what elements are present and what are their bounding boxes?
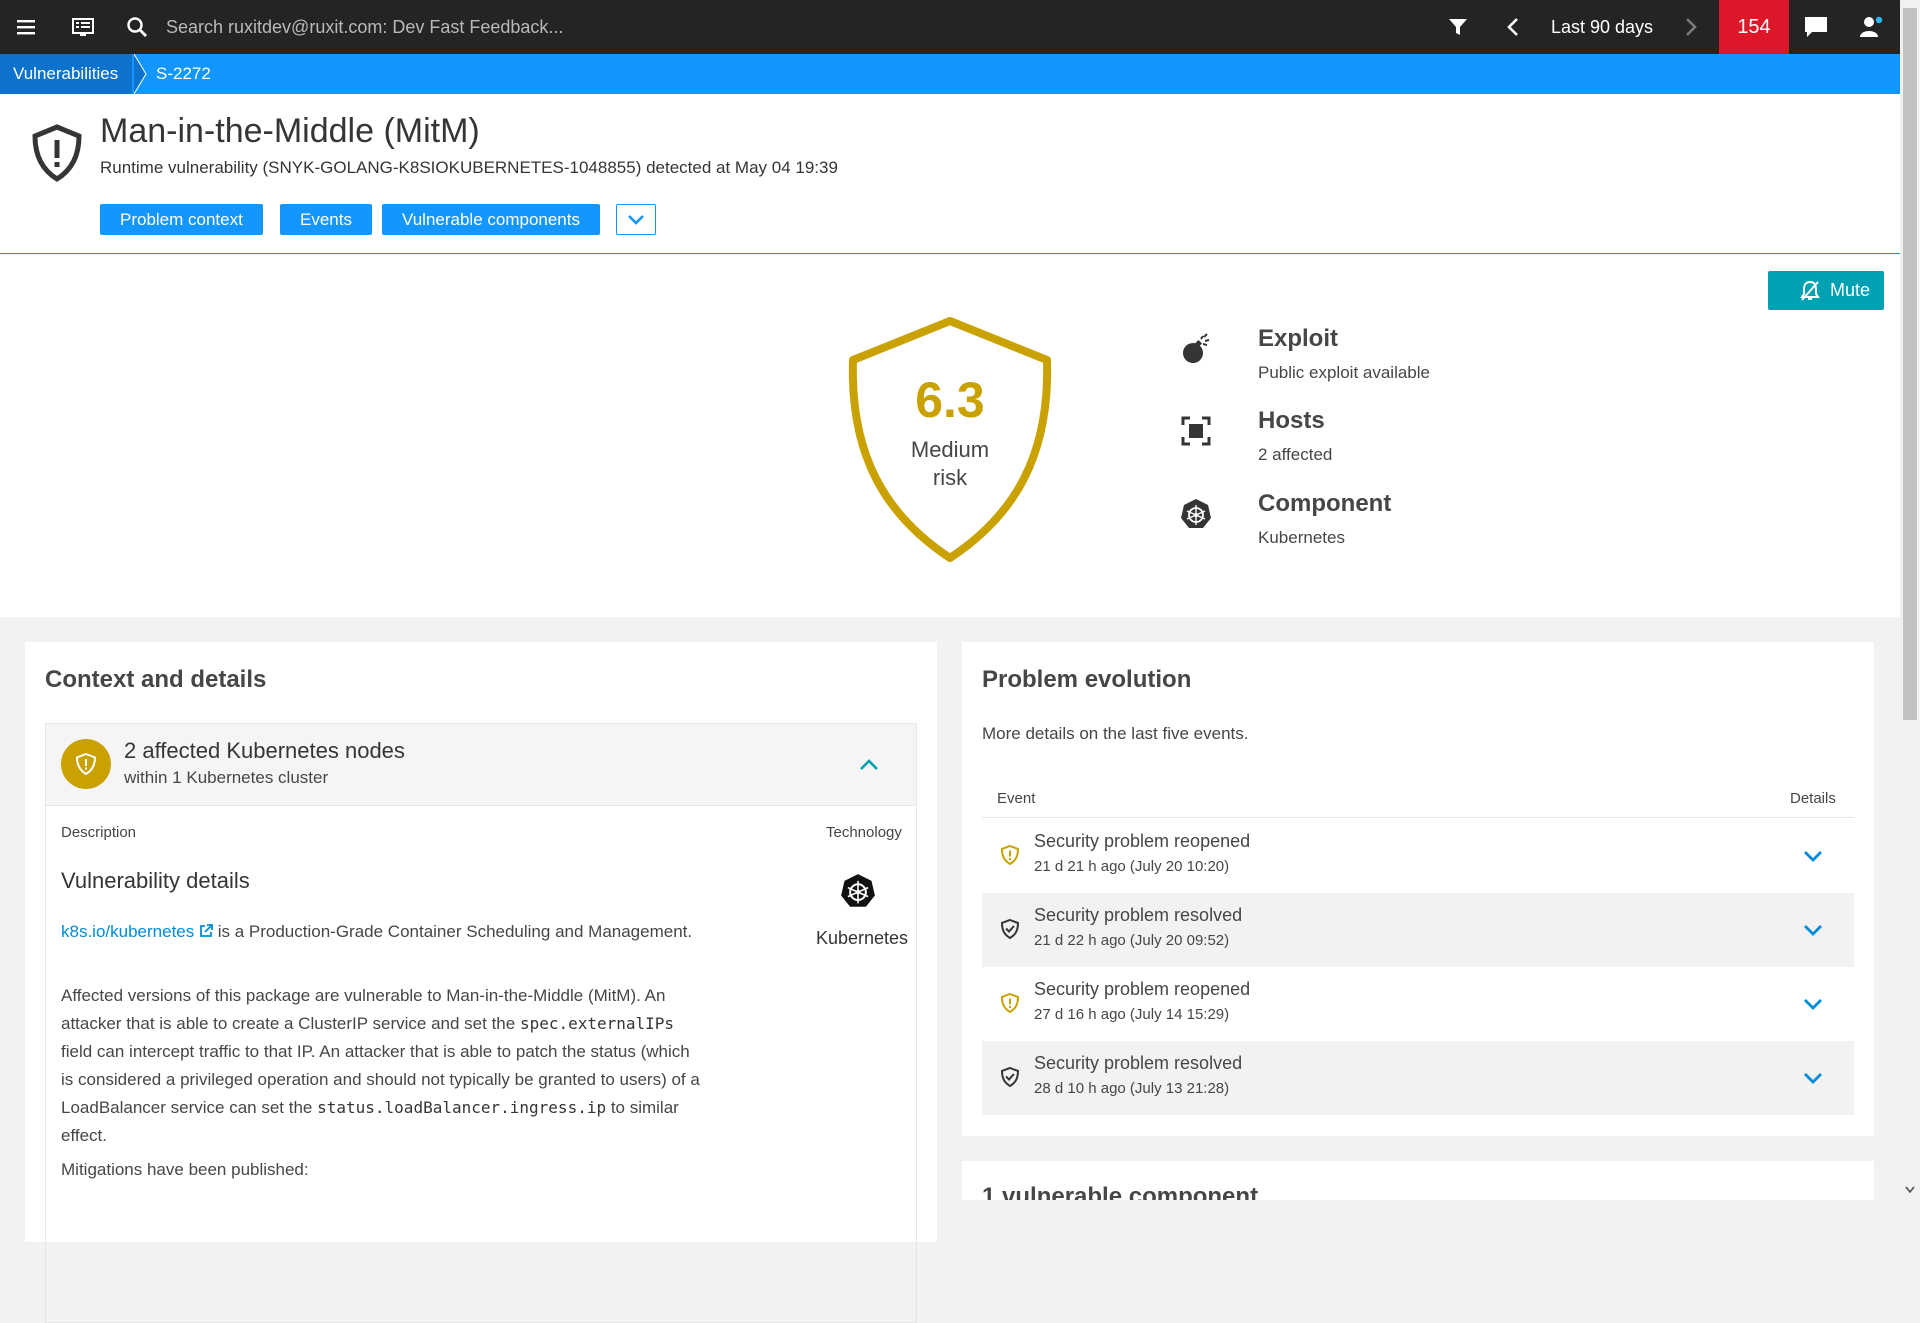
evolution-description: More details on the last five events.	[982, 724, 1249, 743]
chevron-down-icon	[628, 214, 644, 225]
column-details: Details	[1790, 790, 1836, 807]
bell-muted-icon	[1800, 280, 1820, 301]
warning-shield-icon	[1000, 844, 1020, 866]
mute-button[interactable]: Mute	[1768, 271, 1884, 310]
chevron-down-icon[interactable]	[1800, 991, 1826, 1017]
intro-text: is a Production-Grade Container Scheduli…	[212, 922, 693, 941]
event-title: Security problem resolved	[1034, 1053, 1243, 1073]
table-row: Security problem resolved 21 d 22 h ago …	[982, 893, 1854, 967]
technology-label: Technology	[826, 824, 902, 841]
code-ingress-ip: status.loadBalancer.ingress.ip	[317, 1098, 607, 1117]
resolved-shield-icon	[1000, 1066, 1020, 1088]
bomb-icon	[1180, 333, 1212, 365]
user-icon[interactable]	[1858, 14, 1884, 40]
risk-level-line1: Medium	[910, 437, 990, 462]
affected-nodes-panel: 2 affected Kubernetes nodes within 1 Kub…	[45, 723, 917, 1323]
search-icon[interactable]	[124, 14, 150, 40]
page-subtitle: Runtime vulnerability (SNYK-GOLANG-K8SIO…	[100, 158, 838, 177]
card-title: Context and details	[45, 666, 267, 693]
affected-nodes-title: 2 affected Kubernetes nodes	[124, 738, 405, 763]
chevron-down-icon[interactable]	[1800, 917, 1826, 943]
host-icon	[1180, 415, 1212, 447]
menu-icon[interactable]	[14, 14, 40, 40]
vulnerable-components-card: 1 vulnerable component	[962, 1161, 1874, 1200]
description-paragraph: Affected versions of this package are vu…	[61, 982, 701, 1150]
warning-shield-icon	[1000, 992, 1020, 1014]
risk-level: Medium risk	[870, 436, 1030, 492]
event-time: 21 d 22 h ago (July 20 09:52)	[1034, 932, 1230, 949]
breadcrumb-current: S-2272	[156, 64, 211, 83]
kubernetes-icon	[1180, 498, 1212, 530]
table-row: Security problem reopened 27 d 16 h ago …	[982, 967, 1854, 1041]
breadcrumb-separator-icon	[134, 54, 147, 94]
event-title: Security problem reopened	[1034, 979, 1251, 999]
table-row: Security problem resolved 28 d 10 h ago …	[982, 1041, 1854, 1115]
chevron-down-icon[interactable]	[1800, 1065, 1826, 1091]
breadcrumb: Vulnerabilities S-2272	[0, 54, 1900, 94]
code-external-ips: spec.externalIPs	[519, 1014, 675, 1033]
risk-score: 6.3	[915, 372, 985, 428]
event-time: 27 d 16 h ago (July 14 15:29)	[1034, 1006, 1230, 1023]
fact-value: 2 affected	[1258, 445, 1333, 464]
fact-value: Kubernetes	[1258, 528, 1345, 547]
scroll-down-icon[interactable]	[1905, 1186, 1915, 1194]
fact-value: Public exploit available	[1258, 363, 1430, 382]
dashboard-icon[interactable]	[70, 14, 96, 40]
affected-nodes-header[interactable]: 2 affected Kubernetes nodes within 1 Kub…	[46, 724, 916, 806]
search-input[interactable]	[164, 14, 764, 40]
filter-icon[interactable]	[1445, 14, 1471, 40]
card-title: 1 vulnerable component	[982, 1183, 1259, 1200]
context-details-card: Context and details 2 affected Kubernete…	[25, 642, 937, 1323]
kubernetes-icon	[840, 873, 876, 909]
security-shield-icon	[30, 124, 84, 182]
event-title: Security problem resolved	[1034, 905, 1243, 925]
top-navigation-bar: Last 90 days 154	[0, 0, 1900, 54]
fact-title: Component	[1258, 490, 1392, 517]
more-tabs-button[interactable]	[616, 204, 656, 235]
description-label: Description	[61, 824, 137, 841]
resolved-shield-icon	[1000, 918, 1020, 940]
breadcrumb-vulnerabilities[interactable]: Vulnerabilities	[0, 54, 133, 94]
tab-vulnerable-components[interactable]: Vulnerable components	[382, 204, 600, 235]
page-title: Man-in-the-Middle (MitM)	[100, 112, 480, 150]
risk-level-line2: risk	[932, 465, 968, 490]
problem-evolution-card: Problem evolution More details on the la…	[962, 642, 1874, 1136]
card-title: Problem evolution	[982, 666, 1192, 693]
external-link-icon[interactable]	[199, 924, 213, 938]
mitigations-text: Mitigations have been published:	[61, 1160, 309, 1179]
timeframe-selector[interactable]: Last 90 days	[1540, 0, 1664, 54]
event-title: Security problem reopened	[1034, 831, 1251, 851]
chevron-left-icon[interactable]	[1500, 14, 1526, 40]
tab-events[interactable]: Events	[280, 204, 372, 235]
technology-name: Kubernetes	[815, 928, 909, 948]
events-table-header: Event Details	[982, 782, 1854, 818]
event-time: 21 d 21 h ago (July 20 10:20)	[1034, 858, 1230, 875]
event-time: 28 d 10 h ago (July 13 21:28)	[1034, 1080, 1230, 1097]
column-event: Event	[997, 790, 1036, 807]
package-link[interactable]: k8s.io/kubernetes	[61, 922, 194, 941]
chevron-up-icon[interactable]	[854, 750, 884, 780]
chevron-down-icon[interactable]	[1800, 843, 1826, 869]
chat-icon[interactable]	[1803, 14, 1829, 40]
fact-title: Exploit	[1258, 325, 1339, 352]
mute-label: Mute	[1830, 280, 1871, 300]
vulnerability-overview: Mute 6.3 Medium risk Exploit Public expl…	[0, 255, 1900, 617]
page-header: Man-in-the-Middle (MitM) Runtime vulnera…	[0, 94, 1900, 254]
security-badge-icon	[61, 739, 111, 789]
vulnerability-details-title: Vulnerability details	[61, 868, 250, 893]
chevron-right-icon[interactable]	[1678, 14, 1704, 40]
page-scrollbar[interactable]	[1900, 0, 1920, 1200]
fact-title: Hosts	[1258, 407, 1325, 434]
affected-nodes-subtitle: within 1 Kubernetes cluster	[124, 768, 329, 787]
problems-count-badge[interactable]: 154	[1719, 0, 1789, 54]
table-row: Security problem reopened 21 d 21 h ago …	[982, 819, 1854, 893]
intro-paragraph: k8s.io/kubernetes is a Production-Grade …	[61, 918, 701, 946]
tab-problem-context[interactable]: Problem context	[100, 204, 263, 235]
scrollbar-thumb[interactable]	[1903, 8, 1917, 720]
